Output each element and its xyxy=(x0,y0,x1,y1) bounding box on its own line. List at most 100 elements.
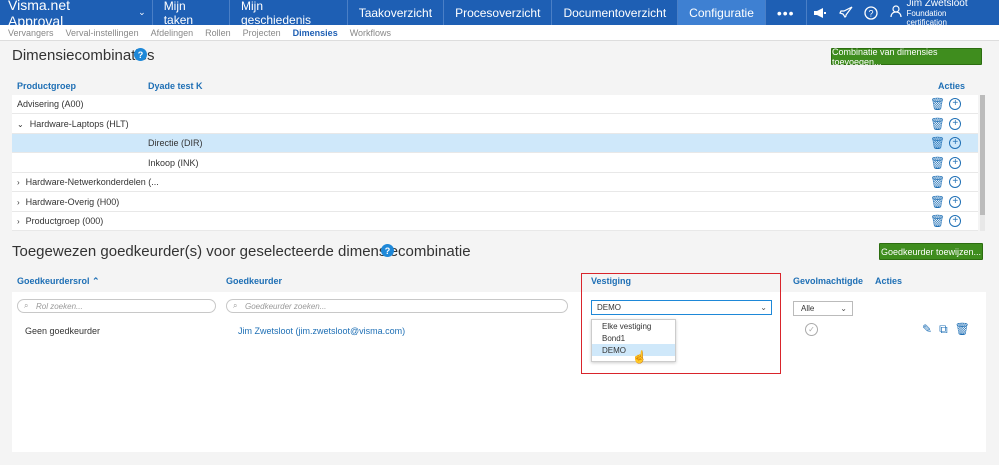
nav-item-mijn-taken[interactable]: Mijn taken xyxy=(153,0,230,27)
chevron-down-icon: ⌄ xyxy=(840,304,847,313)
approver-search-input[interactable]: ⌕ Goedkeurder zoeken... xyxy=(226,299,568,313)
chevron-right-icon[interactable]: › xyxy=(17,198,20,207)
edit-icon[interactable]: ✎ xyxy=(922,322,932,337)
trash-icon[interactable]: 🗑 xyxy=(930,136,945,150)
table-scrollbar[interactable] xyxy=(980,95,985,231)
nav-item-procesoverzicht[interactable]: Procesoverzicht xyxy=(444,0,553,25)
search-icon: ⌕ xyxy=(24,301,29,310)
subnav-workflows[interactable]: Workflows xyxy=(350,28,391,38)
add-icon[interactable]: + xyxy=(949,195,962,208)
user-icon xyxy=(890,4,903,21)
subnav-rollen[interactable]: Rollen xyxy=(205,28,231,38)
table-row[interactable]: › Hardware-Overig (H00) 🗑 + xyxy=(12,193,978,212)
trash-icon[interactable]: 🗑 xyxy=(930,175,945,189)
table-row[interactable]: › Hardware-Netwerkonderdelen (... 🗑 + xyxy=(12,173,978,192)
role-search-input[interactable]: ⌕ Rol zoeken... xyxy=(17,299,216,313)
svg-text:?: ? xyxy=(869,8,874,18)
top-navigation-bar: Visma.net Approval ⌄ Mijn taken Mijn ges… xyxy=(0,0,999,29)
table-row[interactable]: Inkoop (INK) 🗑 + xyxy=(12,154,978,173)
top-right-tools: ? Jim Zwetsloot Foundation certification xyxy=(807,0,999,27)
row-actions: 🗑 + xyxy=(930,136,962,150)
table-row[interactable]: › Productgroep (000) 🗑 + xyxy=(12,212,978,231)
location-select[interactable]: DEMO ⌄ xyxy=(591,300,772,315)
nav-item-documentoverzicht[interactable]: Documentoverzicht xyxy=(552,0,679,25)
table-row[interactable]: ⌄ Hardware-Laptops (HLT) 🗑 + xyxy=(12,115,978,134)
hand-cursor-icon: ☝ xyxy=(632,350,648,365)
productgroep-cell: Advisering (A00) xyxy=(17,99,84,109)
app-brand-menu[interactable]: Visma.net Approval ⌄ xyxy=(0,0,153,29)
sort-ascending-icon: ⌃ xyxy=(92,276,100,286)
column-header-dyade-test-k[interactable]: Dyade test K xyxy=(148,81,203,91)
help-icon[interactable]: ? xyxy=(134,48,147,61)
chevron-right-icon[interactable]: › xyxy=(17,217,20,226)
search-icon: ⌕ xyxy=(233,301,238,310)
add-icon[interactable]: + xyxy=(949,176,962,188)
column-header-gevolmachtigde[interactable]: Gevolmachtigde xyxy=(793,276,863,286)
chevron-down-icon: ⌄ xyxy=(760,303,767,312)
approver-search-placeholder: Goedkeurder zoeken... xyxy=(245,301,327,311)
row-actions: 🗑 + xyxy=(930,175,962,189)
row-actions: 🗑 + xyxy=(930,117,962,131)
column-header-goedkeurder[interactable]: Goedkeurder xyxy=(226,276,282,286)
subnav-verval-instellingen[interactable]: Verval-instellingen xyxy=(66,28,139,38)
add-icon[interactable]: + xyxy=(949,117,962,130)
add-icon[interactable]: + xyxy=(949,215,962,227)
row-actions: 🗑 + xyxy=(930,214,962,228)
subnav-projecten[interactable]: Projecten xyxy=(243,28,281,38)
row-actions: 🗑 + xyxy=(930,195,962,209)
trash-icon[interactable]: 🗑 xyxy=(930,214,945,228)
section-title-toegewezen-goedkeurders: Toegewezen goedkeurder(s) voor geselecte… xyxy=(12,243,471,260)
approvers-table xyxy=(12,292,986,452)
add-icon[interactable]: + xyxy=(949,98,962,110)
nav-item-mijn-geschiedenis[interactable]: Mijn geschiedenis xyxy=(230,0,348,27)
dyade-cell: Directie (DIR) xyxy=(148,138,203,148)
approver-role-cell: Geen goedkeurder xyxy=(25,326,101,336)
help-icon[interactable]: ? xyxy=(381,244,394,257)
add-dimension-combination-button[interactable]: Combinatie van dimensies toevoegen... xyxy=(831,47,982,67)
subnav-vervangers[interactable]: Vervangers xyxy=(8,28,54,38)
nav-item-taakoverzicht[interactable]: Taakoverzicht xyxy=(348,0,445,25)
announcement-icon[interactable] xyxy=(807,0,833,25)
location-option-elke-vestiging[interactable]: Elke vestiging xyxy=(592,320,675,332)
chevron-down-icon[interactable]: ⌄ xyxy=(17,120,24,129)
productgroep-cell: Hardware-Netwerkonderdelen (... xyxy=(25,177,159,187)
subnav-dimensies[interactable]: Dimensies xyxy=(293,28,338,38)
dyade-cell: Inkoop (INK) xyxy=(148,157,199,168)
location-option-bond1[interactable]: Bond1 xyxy=(592,332,675,344)
rocket-icon[interactable] xyxy=(833,0,859,25)
trash-icon[interactable]: 🗑 xyxy=(930,97,945,111)
trash-icon[interactable]: 🗑 xyxy=(930,195,945,209)
column-header-productgroep[interactable]: Productgroep xyxy=(17,81,76,91)
subnav-afdelingen[interactable]: Afdelingen xyxy=(151,28,194,38)
productgroep-cell: Hardware-Overig (H00) xyxy=(25,196,120,207)
table-row[interactable]: Advisering (A00) 🗑 + xyxy=(12,95,978,114)
trash-icon[interactable]: 🗑 xyxy=(930,117,945,131)
check-icon[interactable]: ✓ xyxy=(805,323,818,336)
assign-approver-button[interactable]: Goedkeurder toewijzen... xyxy=(879,243,983,260)
column-header-acties: Acties xyxy=(938,81,966,91)
row-actions: 🗑 + xyxy=(930,156,962,170)
user-menu[interactable]: Jim Zwetsloot Foundation certification xyxy=(884,0,999,27)
main-nav: Mijn taken Mijn geschiedenis Taakoverzic… xyxy=(153,0,807,27)
approver-row-actions: ✎ ⧉ 🗑 xyxy=(922,322,970,337)
productgroep-cell: Hardware-Laptops (HLT) xyxy=(29,118,129,129)
scrollbar-thumb[interactable] xyxy=(980,95,985,215)
trash-icon[interactable]: 🗑 xyxy=(955,322,970,337)
chevron-right-icon[interactable]: › xyxy=(17,178,20,187)
sub-navigation: Vervangers Verval-instellingen Afdelinge… xyxy=(0,25,999,41)
column-header-goedkeurdersrol[interactable]: Goedkeurdersrol ⌃ xyxy=(17,276,100,287)
table-row-selected[interactable]: Directie (DIR) 🗑 + xyxy=(12,134,978,153)
column-header-acties: Acties xyxy=(875,276,903,286)
add-icon[interactable]: + xyxy=(949,156,962,169)
more-menu-button[interactable]: ••• xyxy=(766,0,807,25)
add-icon[interactable]: + xyxy=(949,137,962,149)
dimension-combinations-table: Advisering (A00) 🗑 + ⌄ Hardware-Laptops (H… xyxy=(12,95,978,231)
proxy-selected-value: Alle xyxy=(801,304,815,313)
copy-icon[interactable]: ⧉ xyxy=(939,322,948,337)
approver-link[interactable]: Jim Zwetsloot (jim.zwetsloot@visma.com) xyxy=(238,326,405,336)
proxy-select[interactable]: Alle ⌄ xyxy=(793,301,853,316)
help-icon[interactable]: ? xyxy=(859,0,885,25)
trash-icon[interactable]: 🗑 xyxy=(930,156,945,170)
location-selected-value: DEMO xyxy=(597,303,621,312)
nav-item-configuratie[interactable]: Configuratie xyxy=(678,0,766,25)
